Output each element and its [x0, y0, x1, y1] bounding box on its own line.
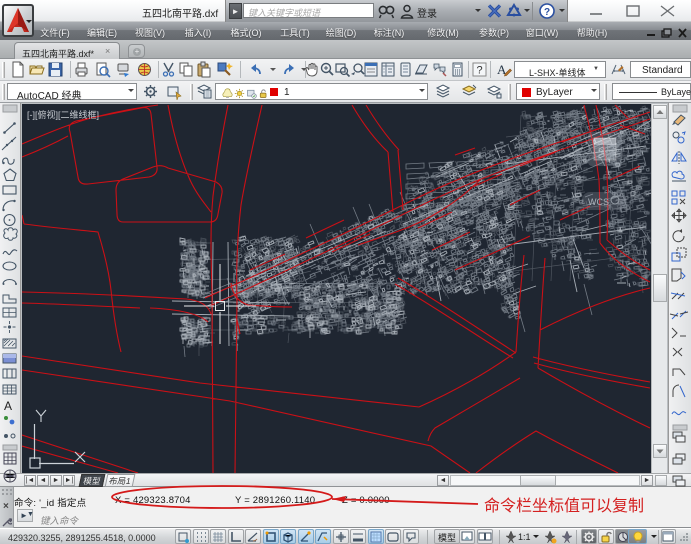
svg-text:WCS: WCS [588, 197, 609, 207]
svg-text:?: ? [544, 7, 550, 18]
svg-text:[-][俯视][二维线框]: [-][俯视][二维线框] [27, 109, 99, 120]
svg-text:?: ? [476, 65, 482, 77]
svg-text:A: A [4, 399, 12, 413]
